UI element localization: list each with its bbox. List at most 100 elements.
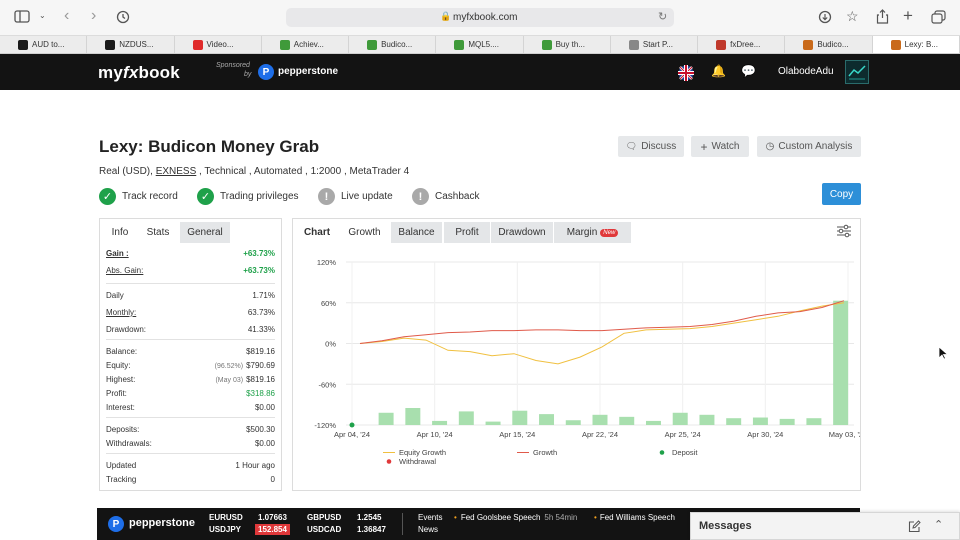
tab-stats[interactable]: Stats [137, 222, 179, 243]
favicon-icon [192, 39, 203, 50]
ticker-price-eurusd: 1.07663 [258, 513, 287, 522]
browser-tab[interactable]: MQL5.... [436, 36, 524, 53]
avatar[interactable] [845, 60, 869, 84]
download-icon[interactable] [818, 10, 832, 24]
reload-icon[interactable]: ↻ [658, 10, 667, 23]
growth-line [359, 300, 845, 344]
event-item-2[interactable]: • Fed Williams Speech [594, 513, 675, 522]
news-label: News [418, 525, 439, 534]
bookmark-star-icon[interactable]: ☆ [846, 8, 859, 25]
tab-growth[interactable]: Growth [339, 222, 390, 243]
copy-button[interactable]: Copy [822, 183, 861, 205]
volume-bar [672, 412, 688, 425]
browser-tab[interactable]: fxDree... [698, 36, 786, 53]
info-row-value: $819.16 [246, 347, 275, 356]
info-row: Tracking 0 [106, 475, 275, 484]
volume-bar [726, 418, 742, 425]
info-row-label: Abs. Gain: [106, 266, 144, 275]
info-row-value: $0.00 [254, 439, 275, 448]
browser-toolbar: ⌄ ‹ › 🔒 myfxbook.com ↻ ☆ + [0, 0, 960, 35]
growth-chart: 120% 60% 0% -60% -120%Apr 04, '24 Apr 10, '24… [314, 258, 860, 466]
tab-info[interactable]: Info [104, 222, 136, 243]
discuss-button[interactable]: 🗨 Discuss [618, 136, 684, 157]
history-icon[interactable] [116, 10, 130, 24]
address-bar[interactable]: 🔒 myfxbook.com ↻ [286, 8, 674, 27]
volume-bar [565, 420, 581, 425]
myfxbook-logo[interactable]: myfxbook [98, 63, 180, 83]
ticker-price-usdjpy: 152.854 [255, 524, 290, 535]
url-text: myfxbook.com [453, 12, 518, 23]
ticker-pair-usdjpy[interactable]: USDJPY [209, 525, 241, 534]
check-icon: ✓ [197, 188, 214, 205]
browser-tab[interactable]: AUD to... [0, 36, 88, 53]
info-row-label: Drawdown: [106, 325, 147, 334]
username[interactable]: OlabodeAdu [778, 66, 834, 77]
favicon-icon [541, 39, 552, 50]
chat-icon[interactable]: 💬 [741, 64, 756, 78]
watch-button[interactable]: + Watch [691, 136, 749, 157]
tab-chart[interactable]: Chart [296, 222, 338, 243]
browser-tab[interactable]: Buy th... [524, 36, 611, 53]
volume-bar [432, 420, 448, 425]
browser-tab-label: fxDree... [730, 40, 761, 49]
info-row: Gain : +63.73% [106, 249, 275, 258]
collapse-chevron-icon[interactable]: ⌃ [934, 518, 943, 531]
browser-tab[interactable]: Lexy: B... [872, 36, 960, 53]
tab-margin[interactable]: Margin New [554, 222, 631, 243]
favicon-icon [367, 39, 378, 50]
tab-drawdown[interactable]: Drawdown [491, 222, 553, 243]
favicon-icon [279, 39, 290, 50]
info-row-label: Balance: [106, 347, 138, 356]
share-icon[interactable] [876, 9, 889, 24]
tab-profit[interactable]: Profit [444, 222, 490, 243]
chart-settings-icon[interactable] [836, 224, 852, 238]
ticker-pair-usdcad[interactable]: USDCAD [307, 525, 341, 534]
browser-tab-label: Achiev... [293, 40, 324, 49]
favicon-icon [18, 39, 28, 50]
tab-general[interactable]: General [180, 222, 230, 243]
y-tick-label: -120% [314, 421, 336, 430]
forward-icon[interactable]: › [91, 7, 96, 25]
browser-tab[interactable]: Budico... [349, 36, 437, 53]
browser-tab[interactable]: Video... [175, 36, 262, 53]
back-icon[interactable]: ‹ [64, 7, 69, 25]
ticker-pair-gbpusd[interactable]: GBPUSD [307, 513, 341, 522]
browser-tab-label: Lexy: B... [904, 40, 939, 49]
notifications-bell-icon[interactable]: 🔔 [711, 64, 726, 78]
info-row-label: Updated [106, 461, 137, 470]
info-row: Daily 1.71% [106, 291, 275, 300]
volume-bar [779, 418, 795, 425]
volume-bar [405, 408, 421, 425]
uk-flag-icon[interactable] [678, 65, 694, 81]
browser-tab[interactable]: Start P... [611, 36, 699, 53]
tab-balance[interactable]: Balance [391, 222, 442, 243]
info-row-value: 41.33% [247, 325, 275, 334]
favicon-icon [890, 39, 901, 50]
info-row: Interest: $0.00 [106, 403, 275, 412]
event-item-1[interactable]: • Fed Goolsbee Speech 5h 54min [454, 513, 577, 522]
x-tick-label: Apr 22, '24 [582, 430, 618, 439]
browser-tab[interactable]: Achiev... [262, 36, 350, 53]
browser-tab[interactable]: NZDUS... [87, 36, 175, 53]
messages-panel[interactable]: Messages ⌃ [690, 512, 960, 540]
x-tick-label: Apr 30, '24 [747, 430, 783, 439]
volume-bar [458, 411, 474, 425]
broker-link[interactable]: EXNESS [156, 166, 197, 177]
compose-icon[interactable] [908, 520, 921, 533]
y-tick-label: 120% [317, 258, 337, 267]
info-row: Deposits: $500.30 [106, 425, 275, 434]
tab-overview-icon[interactable] [931, 10, 946, 24]
sidebar-icon[interactable] [14, 10, 30, 23]
ticker-divider [402, 513, 403, 535]
custom-analysis-button[interactable]: ◷ Custom Analysis [757, 136, 861, 157]
browser-tab-label: Start P... [642, 40, 673, 49]
chevron-down-icon[interactable]: ⌄ [39, 11, 46, 20]
browser-tab[interactable]: Budico... [785, 36, 873, 53]
new-tab-icon[interactable]: + [903, 6, 913, 26]
volume-bar [645, 420, 661, 425]
info-row: Profit: $318.86 [106, 389, 275, 398]
check-icon: ✓ [99, 188, 116, 205]
favicon-icon [628, 39, 639, 50]
ticker-pair-eurusd[interactable]: EURUSD [209, 513, 243, 522]
equity-growth-line [359, 302, 845, 365]
